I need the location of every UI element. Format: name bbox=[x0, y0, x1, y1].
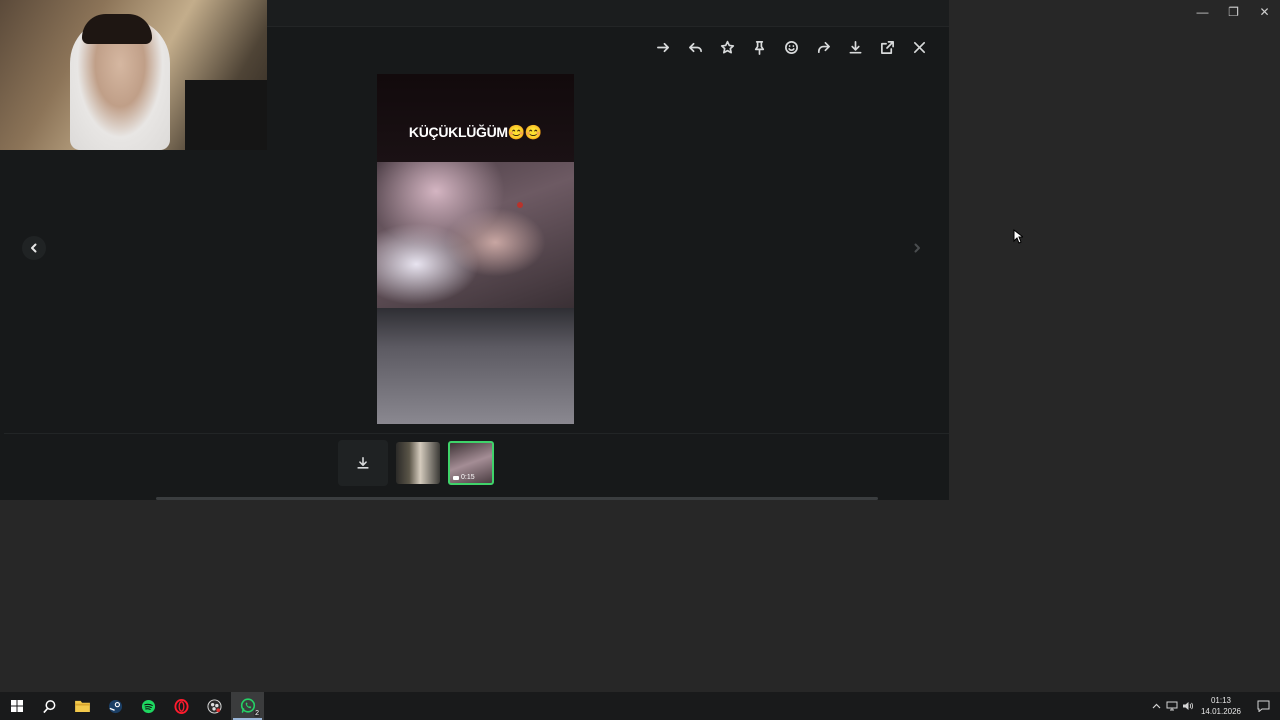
thumbnail-video-selected[interactable]: 0:15 bbox=[448, 441, 494, 485]
opera-button[interactable] bbox=[165, 692, 198, 720]
previous-media-button[interactable] bbox=[22, 236, 46, 260]
window-controls: — ❐ ✕ bbox=[1187, 0, 1280, 24]
webcam-overlay bbox=[0, 0, 267, 150]
emoji-icon bbox=[784, 40, 798, 54]
video-player[interactable]: KÜÇÜKLÜĞÜM😊😊 bbox=[377, 74, 574, 424]
close-window-button[interactable]: ✕ bbox=[1249, 0, 1280, 24]
steam-icon bbox=[108, 699, 123, 713]
viewer-header bbox=[267, 0, 949, 27]
whatsapp-badge: 2 bbox=[254, 710, 260, 717]
open-external-icon bbox=[880, 40, 894, 54]
thumbnail-photo[interactable] bbox=[396, 442, 440, 484]
notification-center-button[interactable] bbox=[1246, 692, 1280, 720]
pin-icon bbox=[754, 40, 764, 55]
chevron-left-icon bbox=[31, 243, 37, 253]
clock-date: 14.01.2026 bbox=[1200, 707, 1242, 716]
star-icon bbox=[720, 40, 734, 53]
close-viewer-button[interactable] bbox=[903, 36, 935, 58]
share-button[interactable] bbox=[807, 36, 839, 58]
file-explorer-icon bbox=[75, 700, 90, 712]
video-duration: 0:15 bbox=[453, 474, 475, 481]
forward-arrow-icon bbox=[656, 42, 669, 52]
network-icon bbox=[1166, 701, 1178, 711]
windows-start-icon bbox=[10, 700, 23, 712]
video-frame bbox=[377, 162, 574, 308]
video-caption: KÜÇÜKLÜĞÜM😊😊 bbox=[408, 124, 543, 140]
spotify-button[interactable] bbox=[132, 692, 165, 720]
obs-icon bbox=[207, 698, 222, 714]
reply-icon bbox=[688, 42, 702, 52]
thumbnail-download-button[interactable] bbox=[338, 440, 388, 486]
taskbar-clock[interactable]: 01:13 14.01.2026 bbox=[1196, 695, 1246, 717]
whatsapp-button[interactable]: 2 bbox=[231, 692, 264, 720]
forward-button[interactable] bbox=[647, 36, 679, 58]
pin-button[interactable] bbox=[743, 36, 775, 58]
download-button[interactable] bbox=[839, 36, 871, 58]
network-button[interactable] bbox=[1164, 692, 1180, 720]
minimize-button[interactable]: — bbox=[1187, 0, 1218, 24]
mouse-cursor-icon bbox=[1013, 229, 1023, 244]
streamer-hair bbox=[82, 14, 152, 44]
chevron-right-icon bbox=[914, 243, 920, 253]
react-button[interactable] bbox=[775, 36, 807, 58]
star-button[interactable] bbox=[711, 36, 743, 58]
close-icon bbox=[913, 41, 925, 53]
show-hidden-icons-button[interactable] bbox=[1148, 692, 1164, 720]
thumbnail-scrollbar[interactable] bbox=[156, 497, 878, 500]
opera-icon bbox=[174, 698, 189, 714]
file-explorer-button[interactable] bbox=[66, 692, 99, 720]
steam-button[interactable] bbox=[99, 692, 132, 720]
open-external-button[interactable] bbox=[871, 36, 903, 58]
clock-time: 01:13 bbox=[1210, 696, 1232, 705]
video-detail bbox=[517, 202, 523, 208]
video-camera-icon bbox=[453, 475, 459, 480]
obs-button[interactable] bbox=[198, 692, 231, 720]
taskbar: 2 01:13 14.01.2026 bbox=[0, 692, 1280, 720]
thumbnail-divider bbox=[4, 433, 949, 434]
next-media-button[interactable] bbox=[905, 236, 929, 260]
reply-button[interactable] bbox=[679, 36, 711, 58]
download-icon bbox=[849, 40, 861, 53]
search-button[interactable] bbox=[33, 692, 66, 720]
video-duration-label: 0:15 bbox=[461, 474, 475, 481]
spotify-icon bbox=[141, 699, 156, 713]
chevron-up-icon bbox=[1152, 703, 1160, 709]
restore-button[interactable]: ❐ bbox=[1218, 0, 1249, 24]
system-tray: 01:13 14.01.2026 bbox=[1148, 692, 1280, 720]
search-icon bbox=[43, 699, 56, 713]
background-monitor bbox=[185, 80, 267, 150]
whatsapp-icon bbox=[240, 698, 255, 713]
notification-icon bbox=[1257, 700, 1269, 712]
download-icon bbox=[357, 456, 369, 469]
start-button[interactable] bbox=[0, 692, 33, 720]
thumbnail-strip: 0:15 bbox=[338, 440, 494, 486]
volume-button[interactable] bbox=[1180, 692, 1196, 720]
viewer-toolbar bbox=[647, 36, 935, 58]
volume-icon bbox=[1183, 702, 1193, 710]
share-icon bbox=[817, 41, 830, 53]
